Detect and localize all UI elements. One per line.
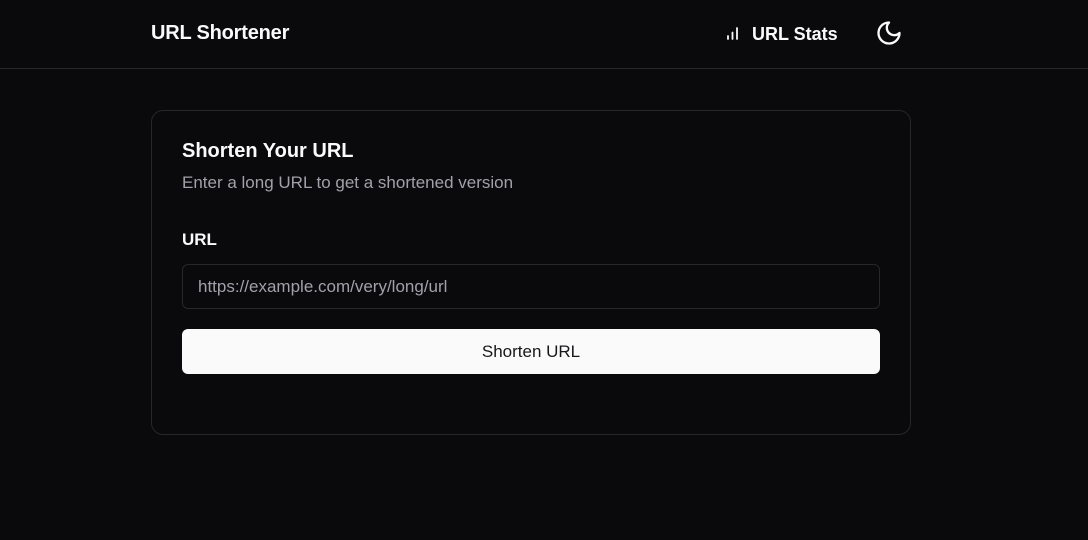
moon-icon (875, 19, 903, 52)
bar-chart-icon (722, 24, 742, 44)
url-stats-label: URL Stats (752, 23, 838, 44)
card-title: Shorten Your URL (182, 140, 354, 162)
card-subtitle: Enter a long URL to get a shortened vers… (182, 173, 514, 192)
shorten-url-card: Shorten Your URL Enter a long URL to get… (151, 110, 911, 435)
app-title[interactable]: URL Shortener (151, 22, 289, 45)
theme-toggle-button[interactable] (872, 18, 906, 52)
url-stats-link[interactable]: URL Stats (722, 20, 838, 48)
top-nav: URL Shortener URL Stats (0, 0, 1088, 69)
url-input[interactable] (182, 264, 880, 309)
shorten-url-button[interactable]: Shorten URL (182, 329, 880, 374)
url-field-label: URL (182, 230, 217, 249)
